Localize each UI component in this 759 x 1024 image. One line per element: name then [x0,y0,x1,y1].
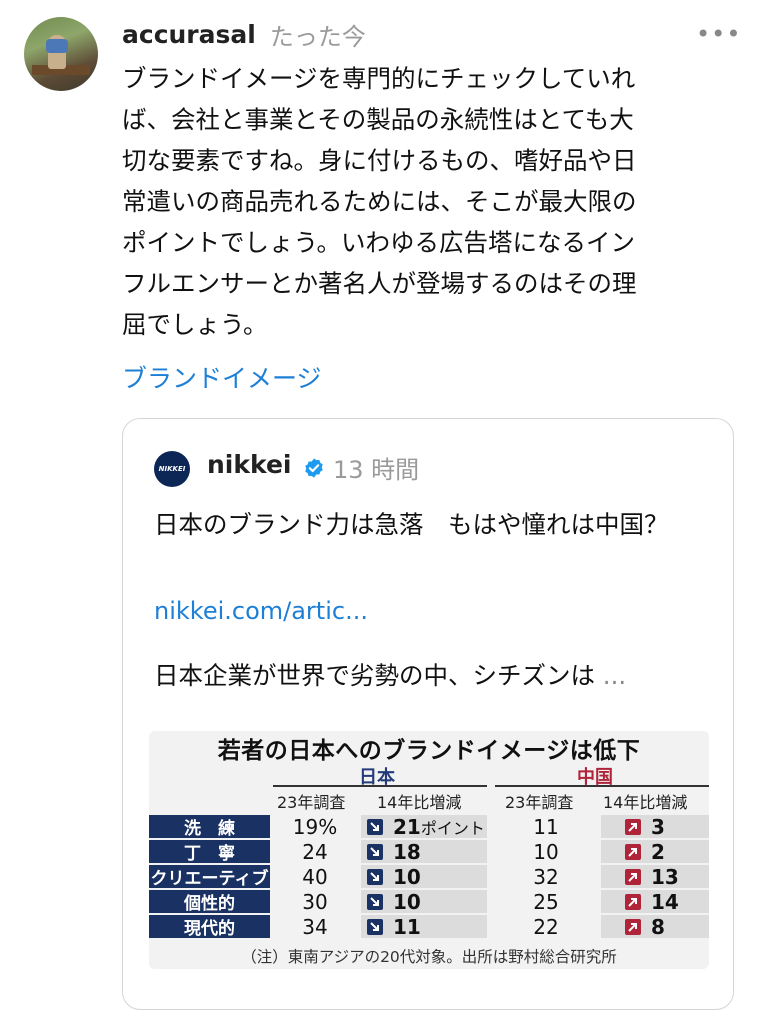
increase-arrow-icon [625,918,641,935]
quoted-username[interactable]: nikkei [207,450,291,479]
verified-badge-icon [305,458,323,478]
post-text-line: ブランドイメージを専門的にチェックしていれ [122,64,636,93]
china-change-cell: 14 [601,889,709,914]
decrease-arrow-icon [367,918,383,935]
metric-label: 丁 寧 [149,840,270,864]
infographic-row: 現代的 34 11 22 8 [149,915,709,939]
china-2023-value: 32 [533,864,559,889]
infographic-row: 個性的 30 10 25 14 [149,890,709,914]
quoted-timestamp: 13 時間 [333,456,420,484]
post-text-line: 常遣いの商品売れるためには、そこが最大限の [122,187,637,216]
column-header: 23年調査 [277,793,346,812]
japan-change-value: 10 [393,864,421,889]
japan-change-value: 21 [393,814,421,839]
infographic-row: 丁 寧 24 18 10 2 [149,840,709,864]
increase-arrow-icon [625,893,641,910]
china-change-cell: 13 [601,864,709,889]
japan-change-cell: 10 [361,889,487,914]
username[interactable]: accurasal [122,20,256,49]
japan-2023-value: 19% [292,814,338,839]
infographic-title: 若者の日本へのブランドイメージは低下 [217,738,641,764]
quoted-post-card[interactable]: NIKKEI nikkei 13 時間 日本のブランド力は急落 もはや憧れは中国… [122,418,734,1010]
topic-tag-link[interactable]: ブランドイメージ [122,359,322,395]
china-change-value: 8 [651,914,665,939]
metric-label: 洗 練 [149,815,270,839]
china-2023-value: 22 [533,914,559,939]
metric-label: 現代的 [149,915,270,939]
post-text-line: フルエンサーとか著名人が登場するのはその理 [122,269,637,298]
metric-label: 個性的 [149,890,270,914]
china-change-value: 13 [651,864,679,889]
japan-change-value: 11 [393,914,421,939]
japan-2023-value: 34 [302,914,328,939]
japan-change-cell: 11 [361,914,487,939]
decrease-arrow-icon [367,818,383,835]
china-change-cell: 2 [601,839,709,864]
quoted-summary-text: 日本企業が世界で劣勢の中、シチズンは [154,661,595,690]
infographic-note: （注）東南アジアの20代対象。出所は野村総合研究所 [241,948,617,966]
china-change-cell: 3 [601,814,709,839]
japan-change-cell: 18 [361,839,487,864]
post-text-line: ポイントでしょう。いわゆる広告塔になるイン [122,228,636,257]
japan-change-cell: 21 ポイント [361,814,487,839]
japan-divider [273,785,487,787]
japan-change-value: 10 [393,889,421,914]
quoted-summary: 日本企業が世界で劣勢の中、シチズンは ... [154,657,626,692]
decrease-arrow-icon [367,868,383,885]
nikkei-logo-icon[interactable]: NIKKEI [154,451,190,487]
post-header: accurasal たった今 [122,16,366,52]
increase-arrow-icon [625,843,641,860]
japan-2023-value: 24 [302,839,328,864]
china-change-value: 3 [651,814,665,839]
china-change-value: 14 [651,889,679,914]
decrease-arrow-icon [367,843,383,860]
decrease-arrow-icon [367,893,383,910]
article-link[interactable]: nikkei.com/artic... [154,597,368,625]
japan-change-cell: 10 [361,864,487,889]
increase-arrow-icon [625,868,641,885]
china-2023-value: 11 [533,814,559,839]
infographic-row: 洗 練 19% 21 ポイント 11 3 [149,815,709,839]
column-header: 14年比増減 [377,793,462,812]
china-2023-value: 10 [533,839,559,864]
column-header: 23年調査 [505,793,574,812]
china-divider [495,785,709,787]
post-timestamp: たった今 [269,22,366,51]
china-change-value: 2 [651,839,665,864]
metric-label: クリエーティブ [149,865,270,889]
increase-arrow-icon [625,818,641,835]
post-text-line: ば、会社と事業とその製品の永続性はとても大 [122,105,634,134]
japan-change-value: 18 [393,839,421,864]
quoted-headline: 日本のブランド力は急落 もはや憧れは中国？ [154,510,669,539]
china-change-cell: 8 [601,914,709,939]
japan-2023-value: 40 [302,864,328,889]
column-header: 14年比増減 [603,793,688,812]
unit-label: ポイント [420,818,485,838]
infographic-row: クリエーティブ 40 10 32 13 [149,865,709,889]
infographic-image[interactable]: 若者の日本へのブランドイメージは低下 日本 中国 23年調査 14年比増減 23… [149,731,709,969]
quoted-summary-ellipsis: ... [602,661,627,690]
post-text: ブランドイメージを専門的にチェックしていれ ば、会社と事業とその製品の永続性はと… [122,58,732,345]
japan-2023-value: 30 [302,889,328,914]
avatar[interactable] [24,17,98,91]
post-text-line: 切な要素ですね。身に付けるもの、嗜好品や日 [122,146,637,175]
more-options-icon[interactable]: ••• [696,20,741,48]
post-text-line: 屈でしょう。 [122,310,268,339]
china-2023-value: 25 [533,889,559,914]
